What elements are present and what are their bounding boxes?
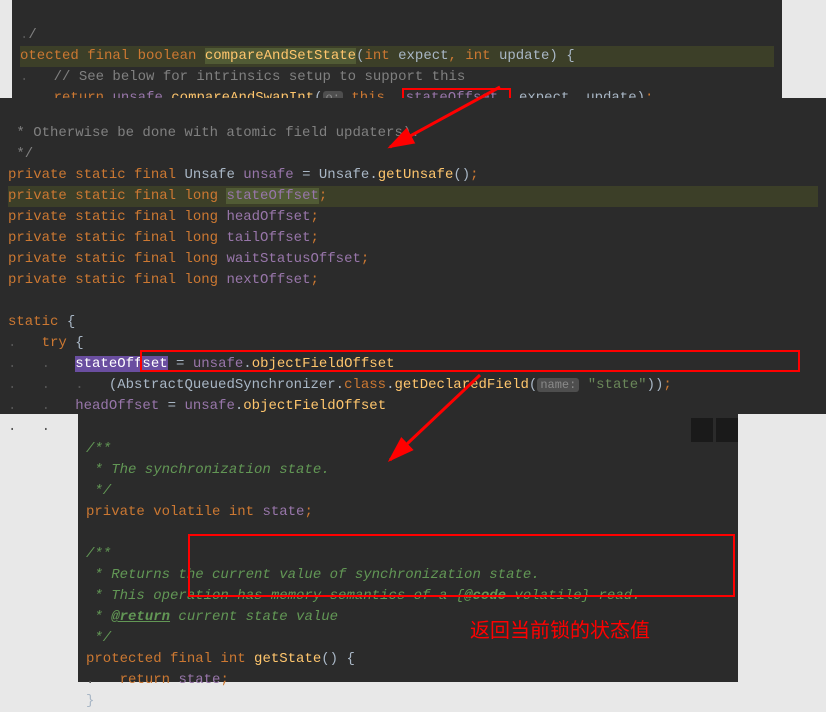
- p2-d5-type: long: [184, 251, 218, 267]
- p3-d1c: */: [86, 483, 111, 499]
- p3-decl1-name: state: [262, 504, 304, 520]
- p1-l2-t2: int: [465, 48, 490, 64]
- p2-c2: */: [8, 146, 33, 162]
- p1-l3-comment: // See below for intrinsics setup to sup…: [54, 69, 466, 85]
- p2-unsafe-rmethod: getUnsafe: [378, 167, 454, 183]
- p2-d5-kw: private static final: [8, 251, 176, 267]
- p3-d2c1: * This operation has memory semantics of…: [86, 588, 464, 604]
- p2-a2-obj: unsafe: [184, 398, 234, 414]
- p3-d2e: */: [86, 630, 111, 646]
- p2-static: static: [8, 314, 58, 330]
- p2-d4-type: long: [184, 230, 218, 246]
- p2-a2-lhs: headOffset: [75, 398, 159, 414]
- p2-a1-method: objectFieldOffset: [252, 356, 395, 372]
- p1-l2-method: compareAndSetState: [205, 48, 356, 64]
- p2-d6-kw: private static final: [8, 272, 176, 288]
- p2-d6-type: long: [184, 272, 218, 288]
- p2-d4-kw: private static final: [8, 230, 176, 246]
- p2-unsafe-rtype: Unsafe: [319, 167, 369, 183]
- p2-f4: waitStatusOffset: [226, 251, 360, 267]
- p3-decl2-method: getState: [254, 651, 321, 667]
- p2-a1-gdf: getDeclaredField: [395, 377, 529, 393]
- p2-f1: stateOffset: [226, 188, 318, 204]
- p2-d3-type: long: [184, 209, 218, 225]
- p3-return-val: state: [178, 672, 220, 688]
- p2-unsafe-type: Unsafe: [184, 167, 234, 183]
- p1-l2-n2: update: [499, 48, 549, 64]
- p3-d2c2: volatile} read.: [506, 588, 640, 604]
- dark-squares: [691, 418, 738, 442]
- dark-sq-1: [691, 418, 713, 442]
- p2-d1-kw: private static final: [8, 167, 176, 183]
- p2-a1-hint: name:: [537, 378, 579, 392]
- code-panel-middle: * Otherwise be done with atomic field up…: [0, 98, 826, 414]
- p3-close: }: [86, 693, 94, 709]
- p3-d2d-txt: current state value: [170, 609, 338, 625]
- p3-decl1-kw: private volatile int: [86, 504, 254, 520]
- p2-d2-kw: private static final: [8, 188, 176, 204]
- code-panel-top: ./ otected final boolean compareAndSetSt…: [12, 0, 782, 98]
- p2-a2-method: objectFieldOffset: [243, 398, 386, 414]
- p2-f3: tailOffset: [226, 230, 310, 246]
- p3-d2b: * Returns the current value of synchroni…: [86, 567, 540, 583]
- p1-l2-kw: otected final boolean: [20, 48, 196, 64]
- p2-a1-str: "state": [588, 377, 647, 393]
- p2-c1: * Otherwise be done with atomic field up…: [8, 125, 420, 141]
- p1-l2-t1: int: [364, 48, 389, 64]
- p3-d1a: /**: [86, 441, 111, 457]
- p1-l2-n1: expect: [398, 48, 448, 64]
- p2-f2: headOffset: [226, 209, 310, 225]
- p2-a1-obj: unsafe: [193, 356, 243, 372]
- p1-l1: /: [28, 27, 36, 43]
- p2-f5: nextOffset: [226, 272, 310, 288]
- p3-d2d-tag: @return: [111, 609, 170, 625]
- p2-d3-kw: private static final: [8, 209, 176, 225]
- p2-try: try: [42, 335, 67, 351]
- dark-sq-2: [716, 418, 738, 442]
- p3-d2a: /**: [86, 546, 111, 562]
- p3-d1b: * The synchronization state.: [86, 462, 330, 478]
- p2-a1-lhs: stateOffset: [75, 356, 167, 372]
- p2-unsafe-name: unsafe: [243, 167, 293, 183]
- p3-return: return: [120, 672, 170, 688]
- p3-decl2-kw: protected final int: [86, 651, 246, 667]
- annotation-text: 返回当前锁的状态值: [470, 614, 650, 643]
- p3-d2c-tag: @code: [464, 588, 506, 604]
- p2-a1-class: AbstractQueuedSynchronizer: [117, 377, 335, 393]
- p2-d2-type: long: [184, 188, 218, 204]
- p2-a1-classkw: class: [344, 377, 386, 393]
